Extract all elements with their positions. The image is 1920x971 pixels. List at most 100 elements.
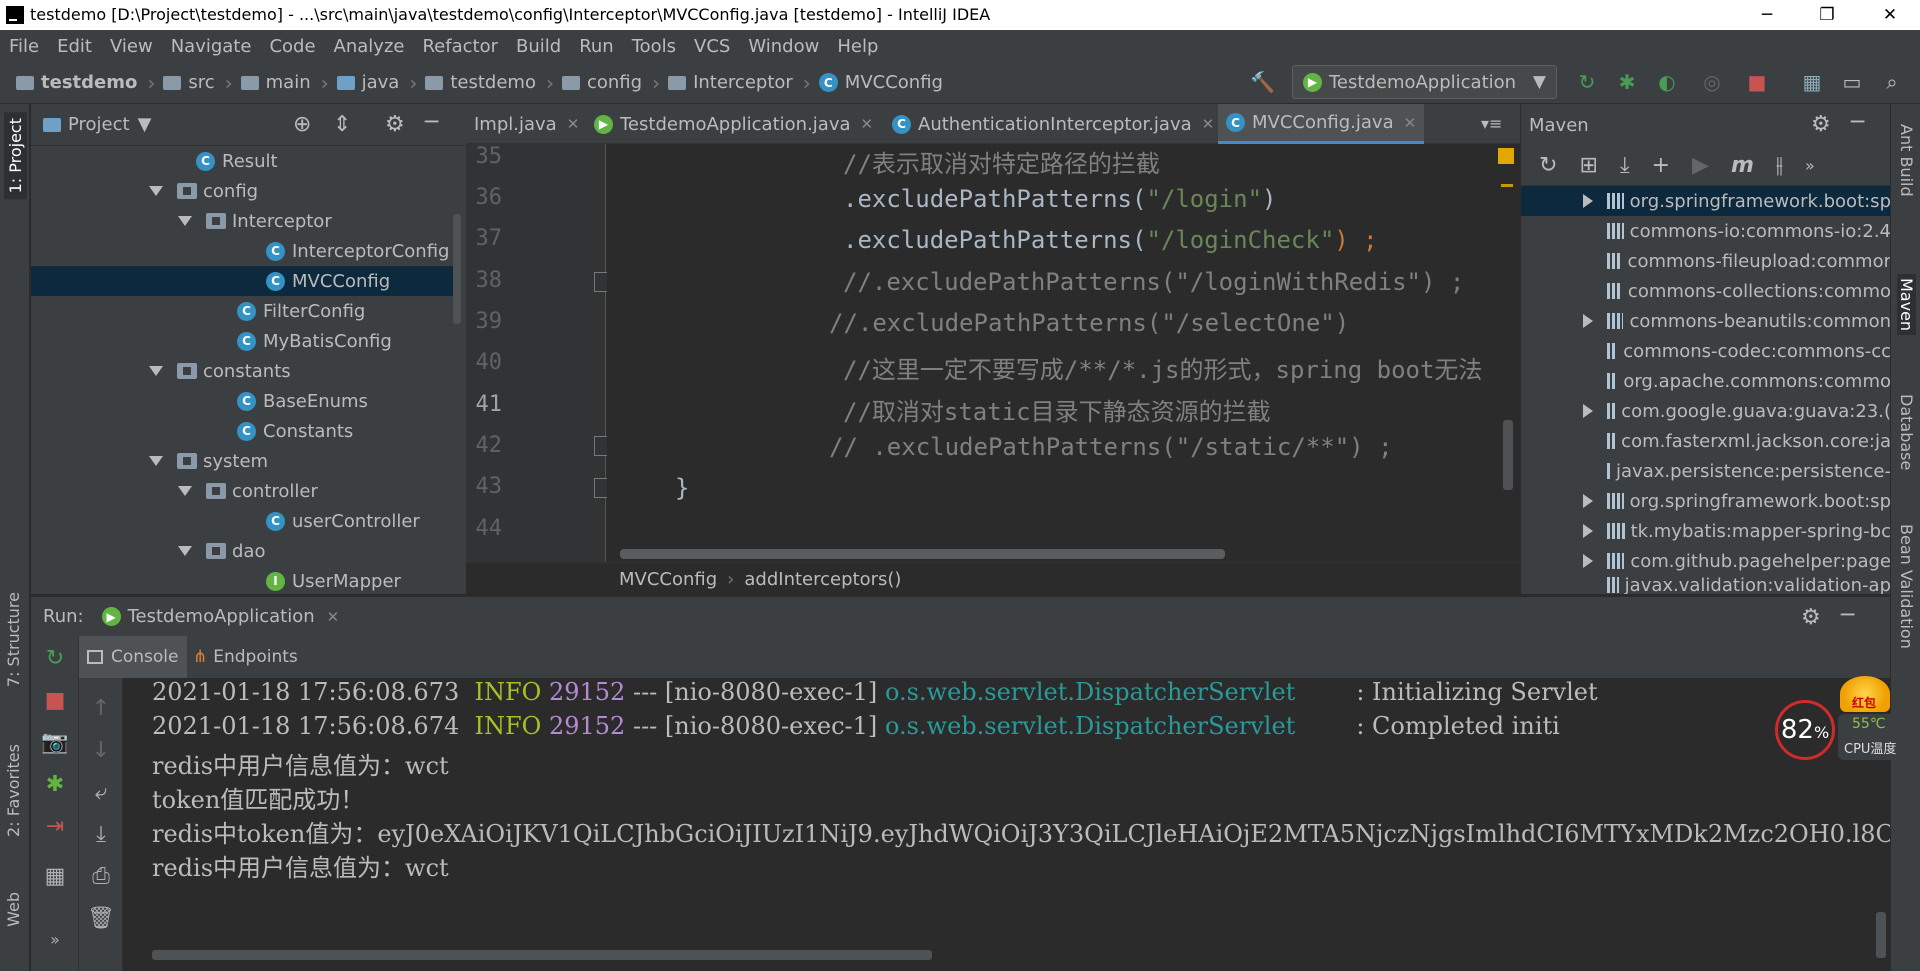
maven-dependency[interactable]: commons-codec:commons-cc — [1521, 336, 1891, 366]
crumb-class[interactable]: MVCConfig — [619, 569, 717, 590]
more-icon[interactable]: » — [1805, 156, 1815, 175]
tab-structure[interactable]: 7: Structure — [4, 592, 23, 687]
expand-icon[interactable] — [1583, 194, 1593, 208]
tab-authentication-interceptor[interactable]: C AuthenticationInterceptor.java ✕ — [884, 104, 1222, 144]
crumb-java[interactable]: java — [336, 72, 399, 93]
build-hammer-icon[interactable]: 🔨 — [1250, 70, 1275, 94]
menu-code[interactable]: Code — [269, 36, 315, 57]
maven-dependency[interactable]: commons-beanutils:common — [1521, 306, 1891, 336]
close-button[interactable]: ✕ — [1860, 0, 1920, 30]
tree-item[interactable]: C MyBatisConfig — [237, 326, 392, 356]
close-tab-icon[interactable]: ✕ — [861, 115, 874, 133]
warning-marker-icon[interactable] — [1498, 148, 1514, 164]
tree-folder[interactable]: dao — [178, 536, 265, 566]
menu-view[interactable]: View — [110, 36, 153, 57]
camera-icon[interactable]: 📷 — [40, 730, 70, 755]
project-scrollbar[interactable] — [453, 214, 461, 324]
expand-icon[interactable] — [149, 456, 163, 466]
tab-favorites[interactable]: 2: Favorites — [4, 744, 23, 837]
rerun-icon[interactable]: ↻ — [40, 646, 70, 671]
layout-icon[interactable]: ▦ — [40, 864, 70, 889]
close-tab-icon[interactable]: ✕ — [327, 608, 340, 626]
hide-icon[interactable]: ─ — [425, 110, 438, 135]
download-icon[interactable]: ⤓ — [1620, 153, 1630, 178]
maven-dependency[interactable]: org.springframework.boot:sp — [1521, 186, 1891, 216]
expand-icon[interactable] — [149, 186, 163, 196]
tree-item[interactable]: C BaseEnums — [237, 386, 368, 416]
reload-icon[interactable]: ↻ — [1539, 153, 1557, 178]
locate-icon[interactable]: ⊕ — [293, 112, 311, 137]
debug-icon[interactable]: ✱ — [1615, 70, 1639, 94]
more-icon[interactable]: » — [40, 930, 70, 949]
error-stripe[interactable] — [1501, 184, 1513, 187]
tab-project[interactable]: 1: Project — [4, 112, 27, 200]
expand-icon[interactable] — [149, 366, 163, 376]
gear-icon[interactable]: ⚙ — [1801, 605, 1821, 630]
menu-file[interactable]: File — [9, 36, 39, 57]
crumb-main[interactable]: main — [240, 72, 311, 93]
cpu-usage-gauge[interactable]: 82% — [1775, 700, 1835, 760]
expand-icon[interactable] — [178, 486, 192, 496]
trash-icon[interactable]: 🗑 — [86, 906, 116, 931]
expand-icon[interactable] — [1583, 494, 1593, 508]
expand-icon[interactable] — [1583, 314, 1593, 328]
crumb-testdemo[interactable]: testdemo — [425, 72, 536, 93]
editor-hscrollbar[interactable] — [620, 549, 1225, 559]
tab-maven[interactable]: Maven — [1897, 274, 1916, 336]
menu-navigate[interactable]: Navigate — [171, 36, 252, 57]
search-icon[interactable]: ⌕ — [1880, 70, 1904, 94]
maven-dependency[interactable]: com.github.pagehelper:page — [1521, 546, 1891, 576]
coverage-icon[interactable]: ◐ — [1655, 70, 1679, 94]
expand-icon[interactable] — [178, 216, 192, 226]
gear-icon[interactable]: ⚙ — [1811, 112, 1831, 137]
tree-folder[interactable]: controller — [178, 476, 318, 506]
stop-icon[interactable]: ■ — [40, 688, 70, 713]
menu-refactor[interactable]: Refactor — [422, 36, 498, 57]
run-maven-icon[interactable]: ▶ — [1692, 153, 1709, 178]
soft-wrap-icon[interactable]: ⤶ — [86, 780, 116, 805]
menu-build[interactable]: Build — [516, 36, 561, 57]
tree-folder[interactable]: config — [149, 176, 258, 206]
crumb-config[interactable]: config — [561, 72, 642, 93]
editor-vscrollbar[interactable] — [1503, 420, 1513, 490]
hide-icon[interactable]: ─ — [1841, 603, 1854, 628]
expand-icon[interactable] — [1583, 554, 1593, 568]
toggle-offline-icon[interactable]: ⫲ — [1776, 153, 1783, 178]
gear-icon[interactable]: ⚙ — [385, 112, 405, 137]
expand-icon[interactable] — [178, 546, 192, 556]
maven-dependency[interactable]: tk.mybatis:mapper-spring-bc — [1521, 516, 1891, 546]
tree-folder[interactable]: Interceptor — [178, 206, 332, 236]
close-tab-icon[interactable]: ✕ — [1404, 114, 1417, 132]
cpu-temp-widget[interactable]: 55℃ CPU温度 — [1838, 714, 1908, 760]
debug-icon[interactable]: ✱ — [40, 772, 70, 797]
menu-edit[interactable]: Edit — [57, 36, 92, 57]
tab-database[interactable]: Database — [1897, 394, 1916, 470]
tab-mvcconfig[interactable]: C MVCConfig.java ✕ — [1218, 104, 1425, 144]
maven-dependency[interactable]: commons-io:commons-io:2.4 — [1521, 216, 1891, 246]
tab-bean-validation[interactable]: Bean Validation — [1897, 524, 1916, 649]
tab-impl-java[interactable]: Impl.java ✕ — [466, 104, 587, 144]
tree-item[interactable]: C InterceptorConfig — [266, 236, 449, 266]
console-vscrollbar[interactable] — [1876, 912, 1886, 958]
tree-folder[interactable]: constants — [149, 356, 291, 386]
maven-dependency[interactable]: com.google.guava:guava:23.( — [1521, 396, 1891, 426]
profile-icon[interactable]: ◎ — [1700, 70, 1724, 94]
tab-web[interactable]: Web — [4, 892, 23, 927]
project-structure-icon[interactable]: ▦ — [1800, 70, 1824, 94]
tree-item-selected[interactable]: C MVCConfig — [31, 266, 455, 296]
collapse-icon[interactable]: ⇕ — [333, 112, 351, 137]
stop-icon[interactable]: ■ — [1745, 70, 1769, 94]
console-output[interactable]: 2021-01-18 17:56:08.673 INFO 29152 --- [… — [124, 678, 1890, 971]
tree-item[interactable]: CuserController — [266, 506, 420, 536]
menu-help[interactable]: Help — [837, 36, 878, 57]
chevron-down-icon[interactable]: ▼ — [138, 114, 152, 135]
run-config-select[interactable]: ▶ TestdemoApplication ▼ — [1292, 65, 1557, 99]
console-hscrollbar[interactable] — [152, 950, 932, 960]
arrow-down-icon[interactable]: ↓ — [86, 738, 116, 763]
tab-ant-build[interactable]: Ant Build — [1897, 124, 1916, 197]
tab-console[interactable]: Console — [79, 636, 187, 678]
crumb-method[interactable]: addInterceptors() — [744, 569, 901, 590]
tree-folder[interactable]: system — [149, 446, 268, 476]
maven-dependency[interactable]: javax.validation:validation-ap — [1521, 576, 1891, 594]
crumb-project[interactable]: testdemo — [16, 72, 137, 93]
